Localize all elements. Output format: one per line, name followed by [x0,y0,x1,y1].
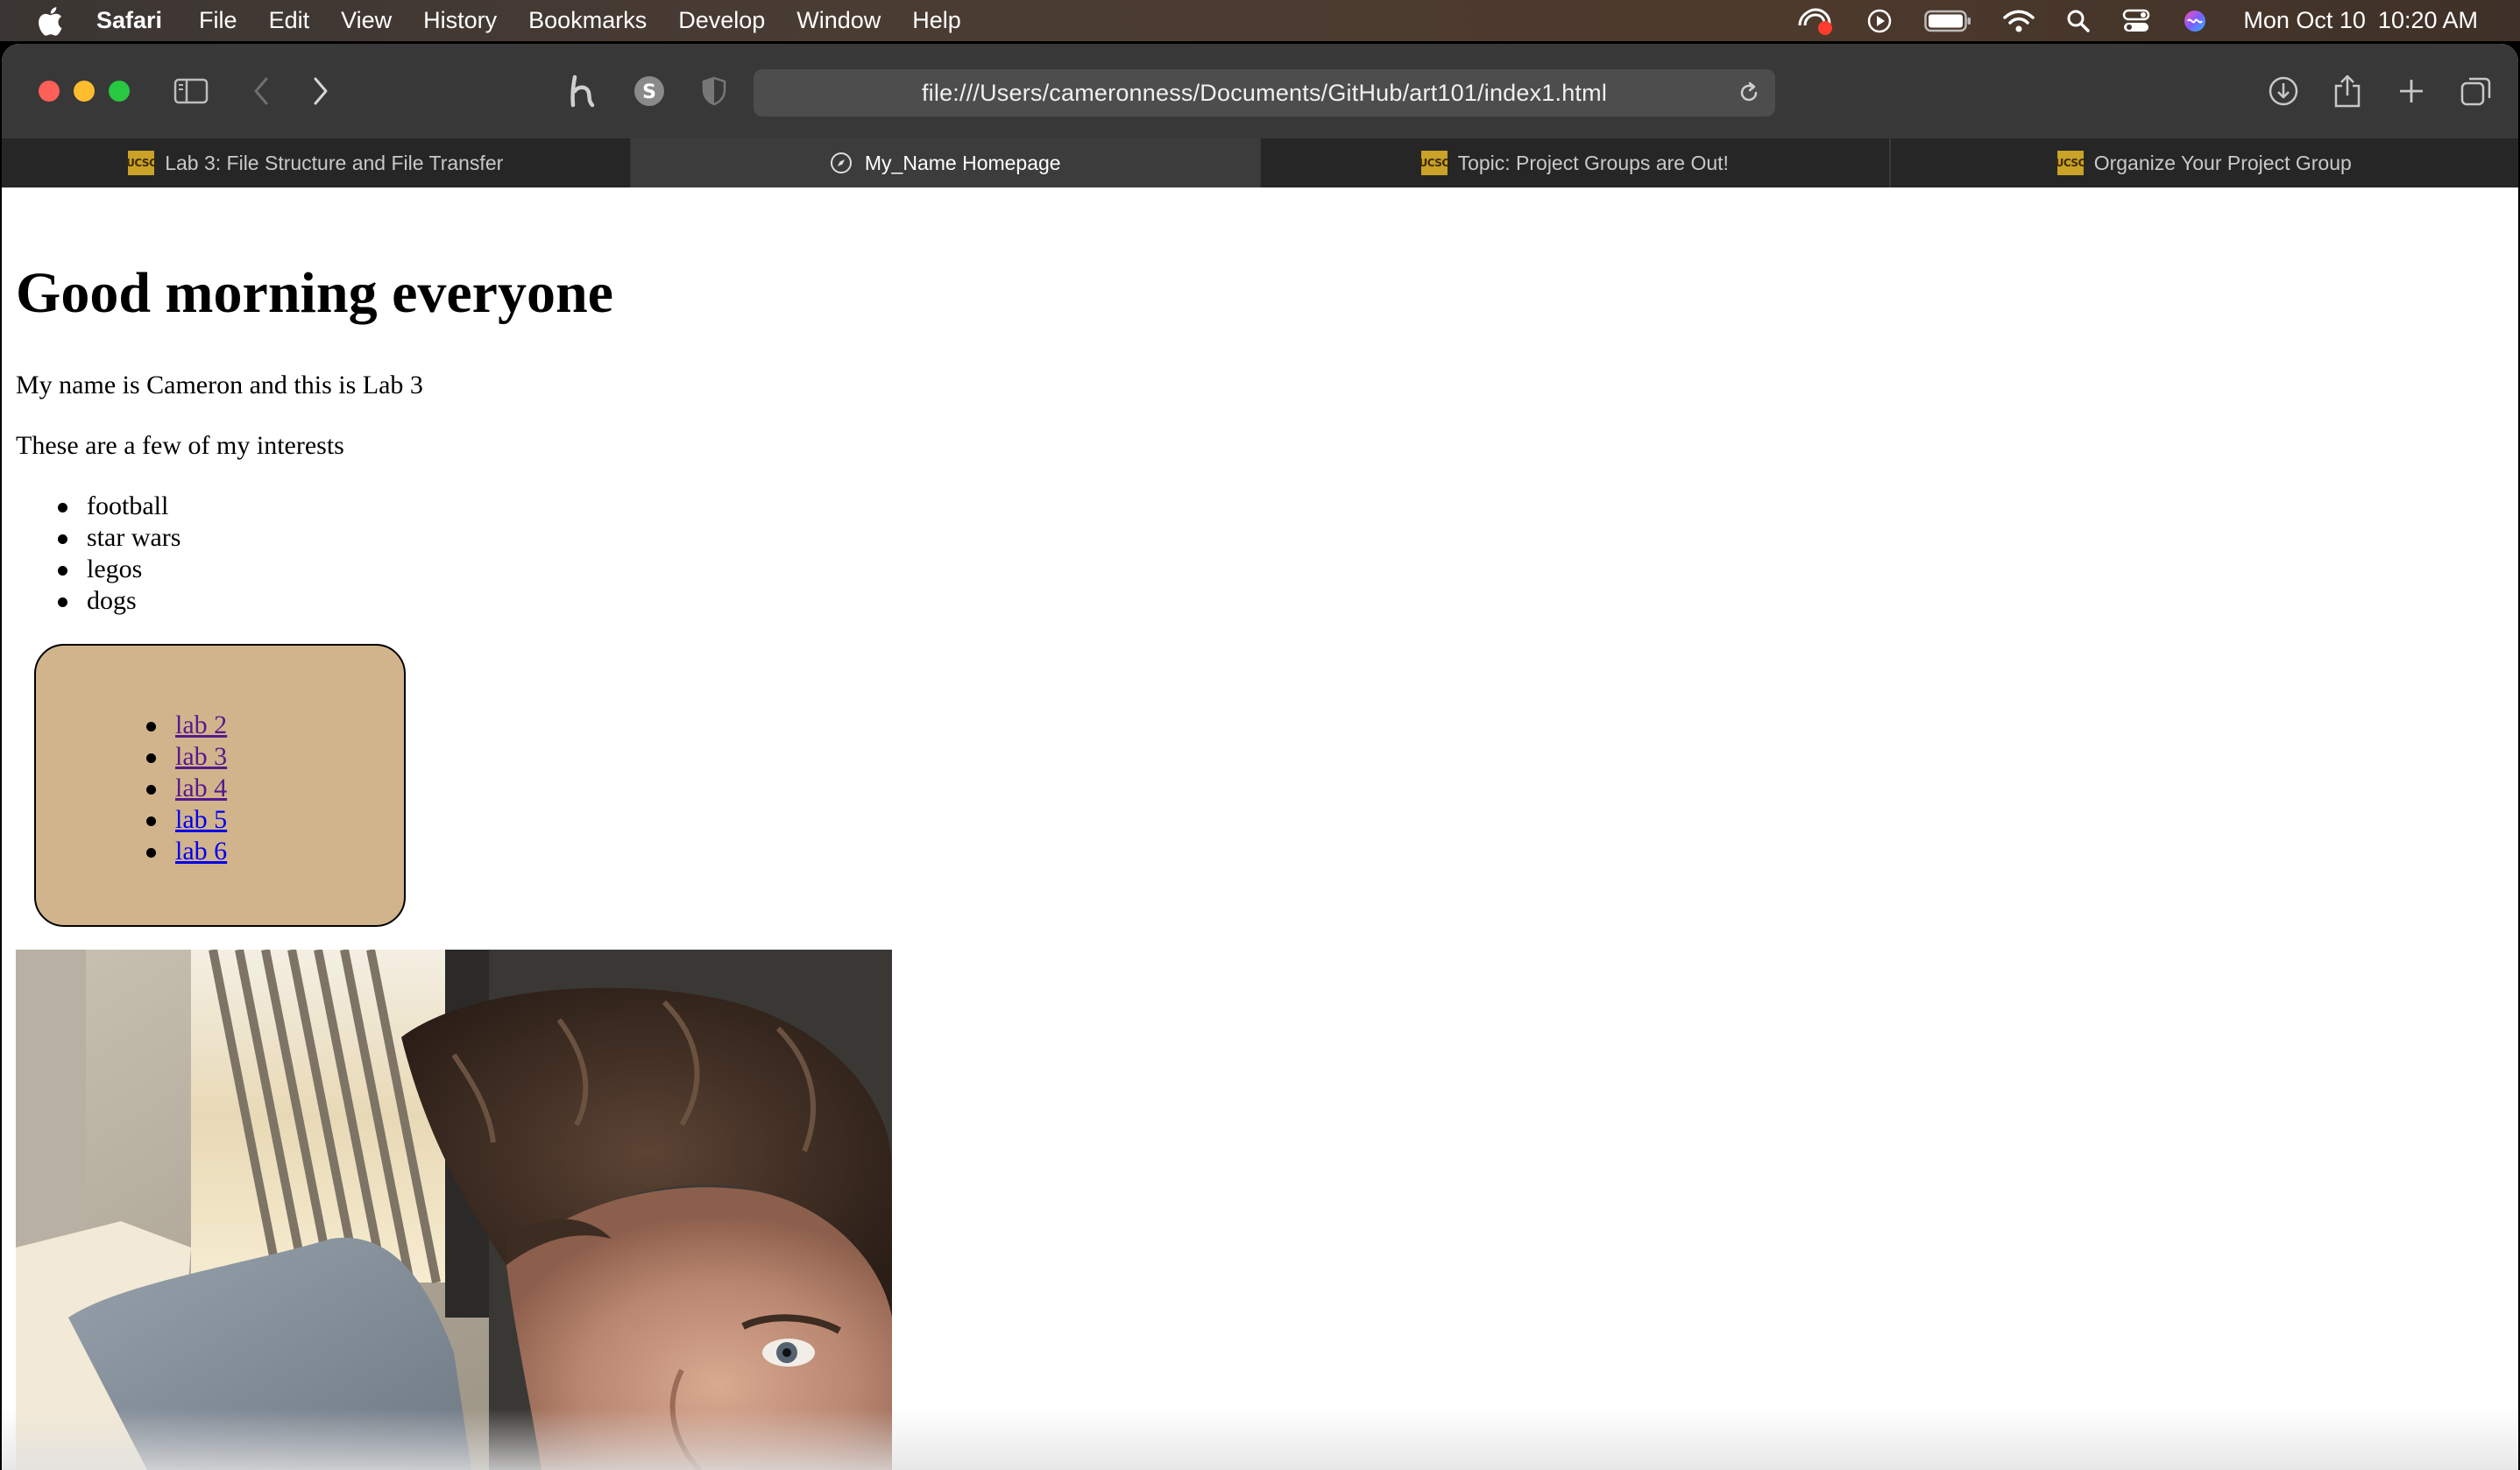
sidebar-icon[interactable] [172,70,210,112]
zoom-window-button[interactable] [109,81,130,102]
browser-toolbar: S file:///Users/cameronness/Documents/Gi… [2,44,2518,138]
link-lab-5[interactable]: lab 5 [175,805,227,834]
menubar-status-area: Mon Oct 10 10:20 AM [1765,0,2478,41]
list-item: lab 3 [112,741,227,773]
play-icon[interactable] [1866,8,1893,34]
battery-icon[interactable] [1924,10,1971,32]
list-item: lab 6 [112,836,227,867]
tab-my-name-homepage[interactable]: My_Name Homepage [631,138,1261,187]
minimize-window-button[interactable] [74,81,95,102]
compass-icon [830,152,852,173]
link-lab-4[interactable]: lab 4 [175,774,227,802]
url-text[interactable]: file:///Users/cameronness/Documents/GitH… [922,80,1607,107]
tab-label: Topic: Project Groups are Out! [1457,151,1729,174]
web-page-content: Good morning everyone My name is Cameron… [2,187,2518,1470]
menu-bar: Safari File Edit View History Bookmarks … [0,0,2520,41]
svg-text:S: S [642,81,656,103]
plus-icon[interactable] [2394,70,2429,112]
list-item: lab 5 [112,804,227,836]
download-icon[interactable] [2266,70,2301,112]
tab-bar: UCSC Lab 3: File Structure and File Tran… [2,138,2518,187]
menu-file[interactable]: File [199,7,237,34]
menu-develop[interactable]: Develop [678,7,765,34]
ucsc-favicon-icon: UCSC [2056,151,2085,175]
link-lab-6[interactable]: lab 6 [175,837,227,866]
tab-project-groups[interactable]: UCSC Topic: Project Groups are Out! [1261,138,1891,187]
address-bar[interactable]: file:///Users/cameronness/Documents/GitH… [754,69,1775,117]
tab-label: Organize Your Project Group [2093,151,2352,174]
tab-label: My_Name Homepage [864,151,1061,174]
list-item: lab 2 [112,710,227,741]
share-icon[interactable] [2331,70,2364,112]
spotlight-search-icon[interactable] [2066,9,2091,33]
tab-organize-group[interactable]: UCSC Organize Your Project Group [1891,138,2519,187]
honey-extension-icon[interactable] [566,70,601,112]
forward-chevron-icon[interactable] [305,70,336,112]
privacy-shield-icon[interactable] [699,70,729,112]
list-item: dogs [16,585,181,617]
interests-paragraph: These are a few of my interests [16,431,344,460]
clock-time: 10:20 AM [2377,7,2478,33]
page-heading: Good morning everyone [16,261,613,325]
ucsc-favicon-icon: UCSC [1419,151,1449,175]
menu-app-name[interactable]: Safari [96,7,162,34]
menu-bookmarks[interactable]: Bookmarks [528,7,647,34]
menu-edit[interactable]: Edit [269,7,310,34]
siri-icon[interactable] [2182,8,2208,34]
tab-label: Lab 3: File Structure and File Transfer [165,151,504,174]
menu-view[interactable]: View [341,7,392,34]
safari-window: S file:///Users/cameronness/Documents/Gi… [2,44,2518,1470]
menubar-clock[interactable]: Mon Oct 10 10:20 AM [2243,7,2478,34]
clock-date: Mon Oct 10 [2243,7,2366,33]
reload-icon[interactable] [1733,77,1765,109]
tab-overview-icon[interactable] [2459,70,2494,112]
lab-links-list: lab 2 lab 3 lab 4 lab 5 lab 6 [112,710,227,867]
interests-list: football star wars legos dogs [16,491,181,617]
lab-nav-box: lab 2 lab 3 lab 4 lab 5 lab 6 [34,644,406,927]
profile-photo [16,950,892,1470]
list-item: star wars [16,522,181,554]
close-window-button[interactable] [39,81,60,102]
ucsc-favicon-icon: UCSC [126,151,157,175]
link-lab-3[interactable]: lab 3 [175,742,227,771]
menu-history[interactable]: History [423,7,497,34]
wifi-icon[interactable] [2003,9,2035,33]
menu-window[interactable]: Window [796,7,881,34]
intro-paragraph: My name is Cameron and this is Lab 3 [16,371,423,399]
list-item: legos [16,554,181,585]
control-center-icon[interactable] [2122,9,2150,33]
apple-logo-icon[interactable] [37,6,63,36]
link-lab-2[interactable]: lab 2 [175,710,227,739]
menu-help[interactable]: Help [912,7,961,34]
tab-lab3[interactable]: UCSC Lab 3: File Structure and File Tran… [2,138,632,187]
screen-recording-icon[interactable] [1796,6,1835,36]
back-chevron-icon[interactable] [245,70,277,112]
list-item: lab 4 [112,773,227,804]
list-item: football [16,491,181,522]
s-extension-icon[interactable]: S [631,70,668,112]
